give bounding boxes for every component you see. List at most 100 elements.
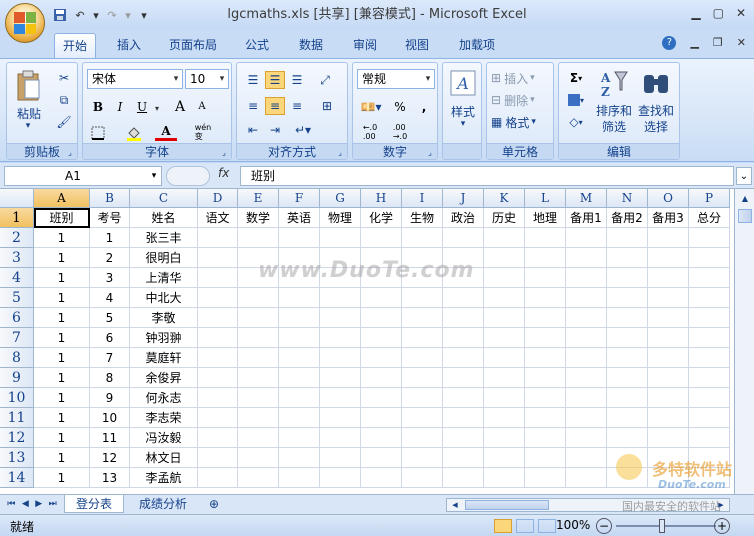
underline-dropdown-icon[interactable]: ▾ (153, 101, 161, 115)
cell[interactable] (689, 328, 730, 348)
cell[interactable]: 备用2 (607, 208, 648, 228)
cell[interactable]: 余俊昇 (130, 368, 198, 388)
shrink-font-button[interactable]: A (191, 97, 213, 117)
align-middle-icon[interactable]: ☰ (265, 71, 285, 89)
vertical-scrollbar[interactable]: ▲ (734, 189, 754, 494)
sort-filter-button[interactable]: 排序和 筛选 (593, 103, 635, 135)
merge-center-icon[interactable]: ⊞ (315, 97, 339, 115)
accounting-format-icon[interactable]: 💴▾ (357, 97, 385, 117)
undo-dropdown-icon[interactable]: ▾ (92, 8, 100, 24)
cell[interactable] (279, 468, 320, 488)
paste-dropdown-icon[interactable]: ▾ (21, 121, 35, 131)
cell[interactable]: 钟羽翀 (130, 328, 198, 348)
cell[interactable] (525, 248, 566, 268)
cell[interactable] (238, 448, 279, 468)
cut-icon[interactable]: ✂ (55, 69, 73, 87)
ribbon-restore-icon[interactable]: ❐ (713, 36, 723, 50)
cell[interactable] (402, 448, 443, 468)
redo-icon[interactable]: ↷ (104, 8, 120, 24)
cell[interactable]: 备用3 (648, 208, 689, 228)
zoom-out-icon[interactable]: − (596, 518, 612, 534)
decrease-decimal-button[interactable]: .00 →.0 (387, 121, 413, 143)
sort-filter-icon[interactable]: AZ (597, 69, 631, 99)
cell[interactable] (484, 248, 525, 268)
next-sheet-icon[interactable]: ▶ (35, 499, 42, 509)
cell[interactable] (402, 228, 443, 248)
zoom-slider-thumb[interactable] (659, 519, 665, 533)
undo-icon[interactable]: ↶ (72, 8, 88, 24)
cell[interactable] (320, 288, 361, 308)
cell[interactable]: 生物 (402, 208, 443, 228)
name-box-dropdown-icon[interactable]: ▾ (148, 169, 160, 183)
page-layout-view-icon[interactable] (516, 519, 534, 533)
cell[interactable] (198, 448, 238, 468)
cell[interactable] (689, 428, 730, 448)
help-icon[interactable]: ? (662, 36, 677, 50)
cell[interactable] (484, 288, 525, 308)
cell[interactable]: 李敬 (130, 308, 198, 328)
cell[interactable] (648, 308, 689, 328)
column-header-f[interactable]: F (279, 189, 320, 208)
decrease-indent-icon[interactable]: ⇤ (243, 121, 263, 139)
cell[interactable] (484, 468, 525, 488)
row-header[interactable]: 13 (0, 448, 34, 468)
column-header-j[interactable]: J (443, 189, 484, 208)
cell[interactable] (525, 468, 566, 488)
cell[interactable]: 地理 (525, 208, 566, 228)
cell[interactable] (566, 268, 607, 288)
formula-splitter[interactable] (166, 166, 210, 186)
cell[interactable] (198, 288, 238, 308)
cell[interactable] (607, 388, 648, 408)
cell[interactable] (648, 268, 689, 288)
cell[interactable] (238, 288, 279, 308)
cell[interactable] (566, 408, 607, 428)
cell[interactable] (279, 328, 320, 348)
row-header[interactable]: 12 (0, 428, 34, 448)
cell[interactable] (443, 408, 484, 428)
copy-icon[interactable]: ⧉ (55, 91, 73, 109)
row-header[interactable]: 4 (0, 268, 34, 288)
cell[interactable] (361, 428, 402, 448)
cell[interactable] (238, 368, 279, 388)
italic-button[interactable]: I (109, 97, 131, 117)
cell[interactable]: 1 (34, 448, 90, 468)
fill-button[interactable]: ▾ (563, 91, 589, 109)
cell[interactable] (689, 228, 730, 248)
cell[interactable] (320, 468, 361, 488)
cell[interactable]: 物理 (320, 208, 361, 228)
find-select-icon[interactable] (639, 69, 673, 99)
tab-view[interactable]: 视图 (396, 33, 438, 58)
ribbon-close-icon[interactable]: ✕ (737, 36, 746, 50)
tab-page-layout[interactable]: 页面布局 (162, 33, 224, 58)
select-all-corner[interactable] (0, 189, 34, 208)
cell[interactable] (279, 388, 320, 408)
cell[interactable] (525, 268, 566, 288)
comma-button[interactable]: , (413, 97, 435, 117)
orientation-icon[interactable]: ⤢ (315, 71, 335, 89)
cell[interactable]: 1 (34, 428, 90, 448)
cell[interactable]: 1 (34, 308, 90, 328)
row-header[interactable]: 14 (0, 468, 34, 488)
cell[interactable] (238, 328, 279, 348)
scroll-left-icon[interactable]: ◀ (448, 499, 462, 511)
cell[interactable]: 何永志 (130, 388, 198, 408)
fill-color-icon[interactable] (123, 123, 145, 143)
cell[interactable] (320, 388, 361, 408)
cell[interactable] (320, 308, 361, 328)
cell[interactable] (361, 408, 402, 428)
cell[interactable] (198, 268, 238, 288)
cell[interactable] (361, 388, 402, 408)
cell[interactable] (648, 428, 689, 448)
cell[interactable] (484, 228, 525, 248)
cell[interactable] (361, 368, 402, 388)
cell[interactable] (198, 228, 238, 248)
cell[interactable]: 班别 (34, 208, 90, 228)
cell[interactable] (402, 308, 443, 328)
cell[interactable] (198, 308, 238, 328)
cell[interactable] (566, 328, 607, 348)
cell[interactable] (320, 448, 361, 468)
cell[interactable] (443, 308, 484, 328)
column-header-o[interactable]: O (648, 189, 689, 208)
cell[interactable] (525, 368, 566, 388)
cell[interactable] (648, 388, 689, 408)
